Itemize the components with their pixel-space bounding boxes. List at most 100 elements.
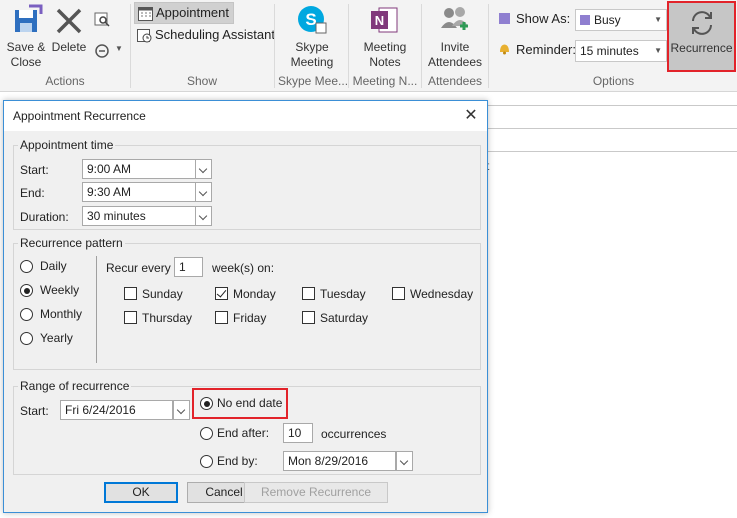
invite-label-1: Invite xyxy=(440,40,470,54)
daily-label: Daily xyxy=(40,259,67,273)
busy-swatch-icon xyxy=(580,15,590,25)
end-time-dropdown[interactable] xyxy=(195,182,212,202)
range-legend: Range of recurrence xyxy=(18,379,132,393)
recurrence-button[interactable]: Recurrence xyxy=(667,1,736,72)
monday-checkbox-box xyxy=(215,287,228,300)
friday-label: Friday xyxy=(233,311,267,325)
saturday-label: Saturday xyxy=(320,311,369,325)
show-as-select[interactable]: Busy ▼ xyxy=(575,9,667,31)
end-by-label: End by: xyxy=(217,454,258,468)
invite-attendees-button[interactable]: Invite Attendees xyxy=(424,4,486,70)
recurrence-pattern-legend: Recurrence pattern xyxy=(18,236,125,250)
close-icon[interactable]: ✕ xyxy=(460,105,482,127)
start-time-value: 9:00 AM xyxy=(87,162,132,176)
skype-icon: S xyxy=(298,6,327,34)
monthly-label: Monthly xyxy=(40,307,83,321)
background-field-line xyxy=(488,105,737,106)
svg-text:N: N xyxy=(375,13,384,28)
start-time-dropdown[interactable] xyxy=(195,159,212,179)
reminder-select[interactable]: 15 minutes ▼ xyxy=(575,40,667,62)
end-after-radio-circle xyxy=(200,427,213,440)
busy-swatch-icon xyxy=(499,13,510,24)
friday-checkbox[interactable]: Friday xyxy=(215,311,295,327)
weekly-radio[interactable]: Weekly xyxy=(20,283,90,299)
end-after-input[interactable]: 10 xyxy=(283,423,313,443)
delete-button[interactable]: Delete xyxy=(50,4,88,60)
yearly-radio-circle xyxy=(20,332,33,345)
duration-value: 30 minutes xyxy=(87,209,146,223)
skype-group-label: Skype Mee... xyxy=(278,74,349,88)
end-by-value: Mon 8/29/2016 xyxy=(288,454,369,468)
wednesday-checkbox[interactable]: Wednesday xyxy=(392,287,478,303)
range-start-dropdown[interactable] xyxy=(173,400,190,420)
skype-meeting-button[interactable]: S Skype Meeting xyxy=(284,4,340,70)
wednesday-checkbox-box xyxy=(392,287,405,300)
notes-label-2: Notes xyxy=(369,55,401,69)
no-end-date-radio[interactable]: No end date xyxy=(200,396,286,412)
duration-dropdown[interactable] xyxy=(195,206,212,226)
delete-label: Delete xyxy=(51,40,87,54)
recur-every-input[interactable]: 1 xyxy=(174,257,203,277)
yearly-radio[interactable]: Yearly xyxy=(20,331,90,347)
thursday-label: Thursday xyxy=(142,311,193,325)
start-time-label: Start: xyxy=(20,163,49,177)
daily-radio[interactable]: Daily xyxy=(20,259,90,275)
weekly-label: Weekly xyxy=(40,283,80,297)
tuesday-checkbox[interactable]: Tuesday xyxy=(302,287,382,303)
thursday-checkbox-box xyxy=(124,311,137,324)
range-of-recurrence-group: Range of recurrence Start: Fri 6/24/2016… xyxy=(13,379,481,475)
thursday-checkbox[interactable]: Thursday xyxy=(124,311,204,327)
sunday-checkbox[interactable]: Sunday xyxy=(124,287,204,303)
remove-recurrence-button[interactable]: Remove Recurrence xyxy=(244,482,388,503)
save-close-button[interactable]: Save & Close xyxy=(4,4,48,74)
meeting-notes-button[interactable]: N Meeting Notes xyxy=(356,4,414,70)
scheduling-assistant-label: Scheduling Assistant xyxy=(155,27,275,42)
save-close-icon xyxy=(15,4,43,32)
ribbon-separator xyxy=(348,4,349,88)
show-as-label: Show As: xyxy=(516,11,571,26)
end-by-radio-circle xyxy=(200,455,213,468)
duration-input[interactable]: 30 minutes xyxy=(82,206,196,226)
yearly-label: Yearly xyxy=(40,331,73,345)
end-time-input[interactable]: 9:30 AM xyxy=(82,182,196,202)
skype-label-2: Meeting xyxy=(290,55,334,69)
monday-checkbox[interactable]: Monday xyxy=(215,287,295,303)
occurrences-label: occurrences xyxy=(321,427,387,441)
ok-button[interactable]: OK xyxy=(104,482,178,503)
find-icon[interactable] xyxy=(93,10,111,28)
sunday-label: Sunday xyxy=(142,287,183,301)
show-group-label: Show xyxy=(186,74,218,88)
end-by-input[interactable]: Mon 8/29/2016 xyxy=(283,451,396,471)
recurrence-label: Recurrence xyxy=(670,41,733,55)
scheduling-assistant-button[interactable]: Scheduling Assistant xyxy=(134,25,275,47)
duration-label: Duration: xyxy=(20,210,69,224)
range-start-input[interactable]: Fri 6/24/2016 xyxy=(60,400,173,420)
save-close-label-1: Save & xyxy=(6,40,46,54)
appointment-time-legend: Appointment time xyxy=(18,138,116,152)
range-start-value: Fri 6/24/2016 xyxy=(65,403,136,417)
pattern-divider xyxy=(96,256,97,363)
monthly-radio[interactable]: Monthly xyxy=(20,307,90,323)
reminder-label: Reminder: xyxy=(516,42,576,57)
appointment-view-button[interactable]: Appointment xyxy=(134,2,234,24)
calendar-icon xyxy=(138,7,153,21)
background-field-line xyxy=(488,128,737,129)
end-after-radio[interactable]: End after: xyxy=(200,426,270,442)
ribbon-separator xyxy=(488,4,489,88)
show-as-value: Busy xyxy=(594,13,621,27)
invite-label-2: Attendees xyxy=(427,55,483,69)
appointment-time-group: Appointment time Start: 9:00 AM End: 9:3… xyxy=(13,138,481,230)
end-by-dropdown[interactable] xyxy=(396,451,413,471)
end-by-radio[interactable]: End by: xyxy=(200,454,270,470)
dialog-titlebar: Appointment Recurrence ✕ xyxy=(4,101,487,131)
saturday-checkbox[interactable]: Saturday xyxy=(302,311,382,327)
recurrence-pattern-group: Recurrence pattern Daily Weekly Monthly … xyxy=(13,236,481,370)
end-after-value: 10 xyxy=(288,426,302,440)
forward-dropdown-icon[interactable]: ▼ xyxy=(115,44,123,53)
end-time-label: End: xyxy=(20,186,45,200)
monday-label: Monday xyxy=(233,287,276,301)
start-time-input[interactable]: 9:00 AM xyxy=(82,159,196,179)
background-field-line xyxy=(488,151,737,152)
range-start-label: Start: xyxy=(20,404,49,418)
forward-icon[interactable] xyxy=(93,42,111,60)
